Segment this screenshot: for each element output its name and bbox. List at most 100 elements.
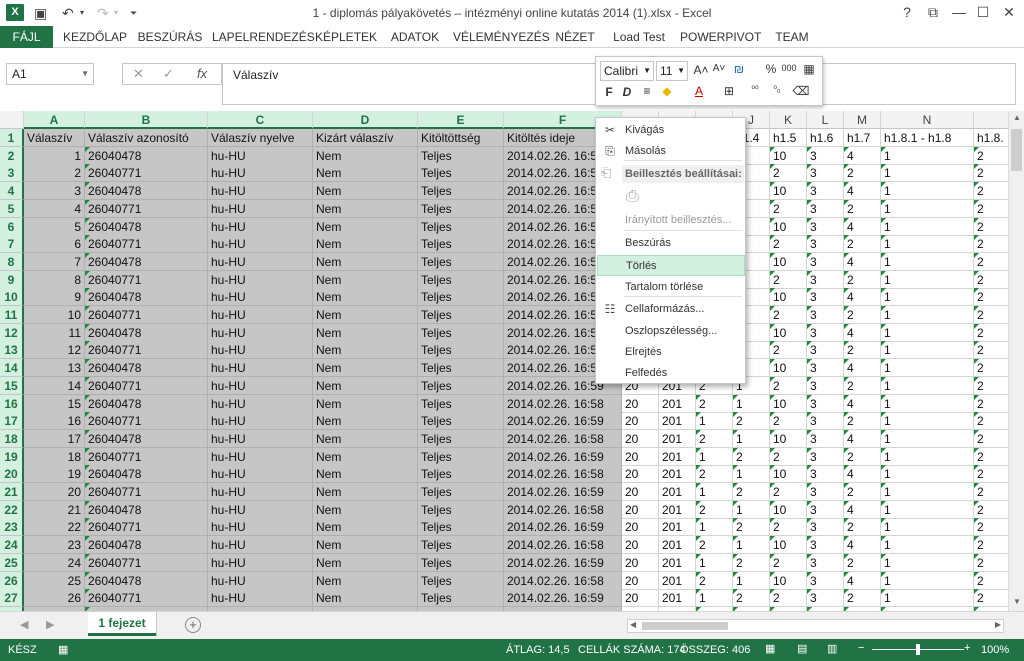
cell[interactable]: 2	[974, 518, 1008, 537]
cell[interactable]: 2	[974, 217, 1008, 236]
cell[interactable]: 4	[844, 359, 881, 378]
cell[interactable]: 13	[24, 359, 85, 378]
help-button[interactable]: ?	[896, 2, 918, 22]
cell[interactable]: h1.5	[770, 129, 807, 147]
row-header[interactable]: 5	[0, 199, 24, 218]
cell[interactable]: 3	[807, 553, 844, 572]
menu-item[interactable]: ⎘ Másolás	[597, 141, 745, 162]
cell[interactable]: 201	[659, 483, 696, 501]
cell[interactable]: 20	[622, 553, 659, 572]
cell[interactable]: Teljes	[418, 518, 504, 537]
bold-icon[interactable]: F	[600, 85, 618, 99]
cell[interactable]: Válaszív	[24, 129, 85, 147]
cell[interactable]: 21	[24, 500, 85, 519]
cell[interactable]: 25	[24, 571, 85, 590]
cell[interactable]: 20	[622, 571, 659, 590]
cell[interactable]: 4	[844, 465, 881, 484]
cell[interactable]: 26040478	[85, 182, 208, 201]
cell[interactable]: 1	[696, 589, 733, 608]
cell[interactable]: 3	[807, 394, 844, 413]
cell[interactable]: 2	[974, 465, 1008, 484]
cell[interactable]: 26040771	[85, 164, 208, 183]
cell[interactable]: h1.8.1 - h1.8	[881, 129, 974, 147]
cell[interactable]: 3	[807, 217, 844, 236]
cell[interactable]: Nem	[313, 518, 418, 537]
cell[interactable]: 1	[881, 252, 974, 271]
cell[interactable]: 2	[844, 553, 881, 572]
cell[interactable]: 201	[659, 429, 696, 448]
cell[interactable]: 10	[770, 182, 807, 201]
cell[interactable]: hu-HU	[208, 341, 313, 360]
cell[interactable]: 26040771	[85, 447, 208, 466]
cell[interactable]: 24	[24, 553, 85, 572]
cell[interactable]: 1	[881, 341, 974, 360]
cell[interactable]: 2	[844, 235, 881, 254]
sheet-next-icon[interactable]: ▶	[46, 618, 54, 631]
cell[interactable]: 4	[844, 217, 881, 236]
add-sheet-icon[interactable]: +	[185, 617, 201, 633]
cell[interactable]: 20	[622, 412, 659, 431]
font-color-icon[interactable]: A	[690, 84, 708, 98]
cell[interactable]: Teljes	[418, 217, 504, 236]
column-header-b[interactable]: B	[85, 111, 208, 129]
cell[interactable]: 1	[696, 483, 733, 501]
row-header[interactable]: 6	[0, 217, 24, 236]
cell[interactable]: 3	[807, 323, 844, 342]
row-header[interactable]: 16	[0, 394, 24, 413]
cell[interactable]: 2	[770, 589, 807, 608]
cell[interactable]: 2	[844, 376, 881, 395]
cell[interactable]: 2	[974, 199, 1008, 218]
cell[interactable]: 1	[881, 306, 974, 324]
cell[interactable]: Teljes	[418, 483, 504, 501]
cell[interactable]: 2	[770, 447, 807, 466]
cell[interactable]: 2	[696, 536, 733, 555]
cell[interactable]: 1	[881, 483, 974, 501]
menu-item[interactable]: ✂ Kivágás	[597, 120, 745, 141]
cell[interactable]: 1	[881, 500, 974, 519]
cell[interactable]: 2	[733, 518, 770, 537]
cell[interactable]: 2	[770, 235, 807, 254]
name-box[interactable]: A1 ▼	[6, 63, 94, 85]
cell[interactable]: 26040478	[85, 500, 208, 519]
cell[interactable]: 20	[622, 536, 659, 555]
cell[interactable]: Teljes	[418, 394, 504, 413]
cell[interactable]: 10	[770, 394, 807, 413]
menu-item[interactable]: Törlés	[597, 255, 745, 276]
cell[interactable]: Nem	[313, 199, 418, 218]
cell[interactable]: Kizárt válaszív	[313, 129, 418, 147]
cell[interactable]: hu-HU	[208, 589, 313, 608]
font-size-select[interactable]: 11 ▼	[656, 61, 688, 81]
cell[interactable]: 3	[807, 536, 844, 555]
cell[interactable]: 4	[844, 182, 881, 201]
chevron-down-icon[interactable]: ▼	[81, 64, 89, 84]
column-header-e[interactable]: E	[418, 111, 504, 129]
column-header-a[interactable]: A	[24, 111, 85, 129]
column-header-d[interactable]: D	[313, 111, 418, 129]
cell[interactable]: Nem	[313, 465, 418, 484]
cell[interactable]: 3	[807, 447, 844, 466]
cell[interactable]: 20	[622, 518, 659, 537]
decrease-decimal-icon[interactable]: ⁰₀	[768, 84, 786, 95]
cell[interactable]: 1	[696, 447, 733, 466]
cell[interactable]: 2	[770, 412, 807, 431]
cell[interactable]: Nem	[313, 394, 418, 413]
ribbon-display-button[interactable]: ⧉	[922, 2, 944, 22]
cell[interactable]: 2	[844, 447, 881, 466]
close-button[interactable]: ✕	[998, 2, 1020, 22]
cell[interactable]: 3	[807, 465, 844, 484]
cell[interactable]: hu-HU	[208, 553, 313, 572]
cell[interactable]: Teljes	[418, 500, 504, 519]
scroll-up-icon[interactable]: ▲	[1009, 113, 1024, 122]
cell[interactable]: 26040478	[85, 429, 208, 448]
cell[interactable]: 3	[807, 306, 844, 324]
cell[interactable]: 2	[733, 589, 770, 608]
cell[interactable]: 2	[974, 341, 1008, 360]
cell[interactable]: 1	[733, 465, 770, 484]
cell[interactable]: 26040478	[85, 217, 208, 236]
cell[interactable]: 9	[24, 288, 85, 307]
cell[interactable]: 4	[844, 146, 881, 165]
row-header[interactable]: 22	[0, 500, 24, 519]
cell[interactable]: Teljes	[418, 536, 504, 555]
cell[interactable]: 3	[807, 288, 844, 307]
cell[interactable]: 4	[844, 500, 881, 519]
